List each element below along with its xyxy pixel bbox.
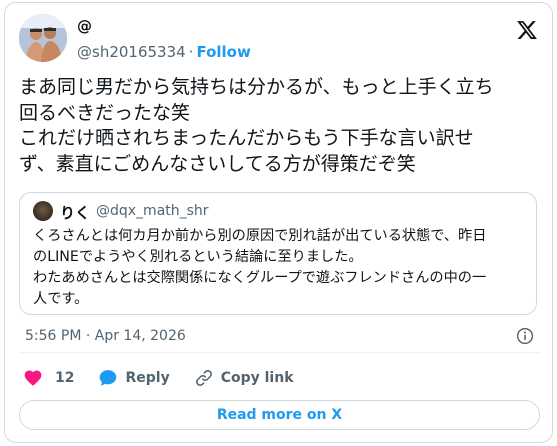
heart-icon (24, 370, 42, 386)
action-bar: 12 Reply Copy link (23, 367, 318, 389)
read-more-button[interactable]: Read more on X (19, 400, 540, 430)
author-avatar[interactable] (19, 14, 67, 62)
quoted-author-handle: @dqx_math_shr (96, 203, 209, 219)
follow-button[interactable]: Follow (196, 43, 250, 61)
like-count: 12 (55, 370, 75, 386)
link-icon (195, 370, 212, 386)
copy-link-label: Copy link (220, 370, 294, 386)
x-logo-icon[interactable] (516, 19, 538, 41)
quoted-post-text: くろさんとは何カ月か前から別の原因で別れ話が出ている状態で、昨日 のLINEでよ… (33, 228, 487, 307)
reply-bubble-icon (100, 370, 117, 386)
quoted-author-avatar (33, 201, 53, 221)
post-timestamp[interactable]: 5:56 PM · Apr 14, 2026 (25, 328, 186, 344)
author-handle-row: @sh20165334 · Follow (77, 43, 251, 61)
author-handle[interactable]: @sh20165334 (77, 43, 186, 61)
info-icon[interactable] (516, 327, 534, 345)
quoted-author-name: りく (60, 204, 91, 222)
author-avatar-image (19, 14, 67, 62)
quoted-post[interactable]: りく @dqx_math_shr くろさんとは何カ月か前から別の原因で別れ話が出… (19, 192, 537, 315)
divider-top (19, 352, 540, 353)
like-button[interactable]: 12 (23, 368, 74, 388)
separator-dot: · (188, 43, 194, 61)
author-display-name[interactable]: @ (77, 17, 92, 35)
embedded-post-card: @ @sh20165334 · Follow まあ同じ男だから気持ちは分かるが、もっ… (4, 2, 553, 443)
reply-button[interactable]: Reply (98, 368, 170, 388)
post-text: まあ同じ男だから気持ちは分かるが、もっと上手く立ち 回るべきだったな笑 これだけ… (19, 76, 494, 175)
copy-link-button[interactable]: Copy link (194, 368, 294, 388)
reply-label: Reply (125, 370, 170, 386)
